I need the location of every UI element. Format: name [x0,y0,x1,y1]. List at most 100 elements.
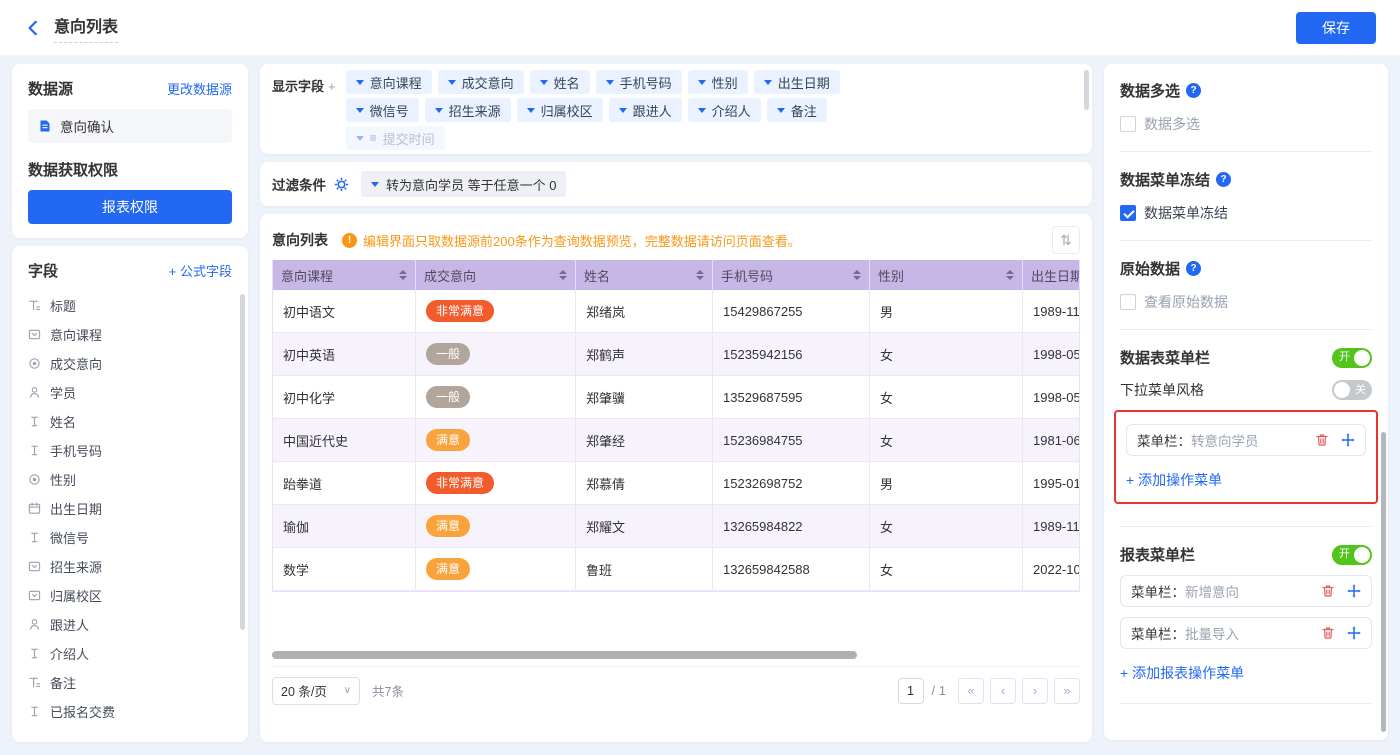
back-icon[interactable] [24,19,42,37]
add-report-action-menu-link[interactable]: + 添加报表操作菜单 [1120,663,1244,683]
add-action-menu-link[interactable]: + 添加操作菜单 [1126,470,1222,490]
table-cell: 瑜伽 [273,505,416,548]
display-field-chip[interactable]: 跟进人 [609,98,682,122]
menu-item-row[interactable]: 菜单栏：批量导入 [1120,617,1372,649]
field-item[interactable]: 成交意向 [28,349,232,378]
sort-icon[interactable] [696,270,704,280]
checkbox-checked[interactable] [1120,205,1136,221]
datasource-heading: 数据源 [28,78,73,99]
menu-freeze-label: 数据菜单冻结 [1144,203,1228,223]
column-header[interactable]: 意向课程 [273,260,416,290]
horizontal-scrollbar[interactable] [272,651,857,659]
move-icon[interactable] [1341,433,1355,447]
field-item[interactable]: 跟进人 [28,610,232,639]
settings-panel: 数据多选 ? 数据多选 数据菜单冻结 ? 数据菜单冻结 原始数据 ? 查看原始数… [1104,64,1388,740]
field-item[interactable]: 手机号码 [28,436,232,465]
display-field-chip[interactable]: 招生来源 [425,98,511,122]
column-header[interactable]: 姓名 [576,260,713,290]
page-number-input[interactable]: 1 [898,678,924,704]
change-datasource-link[interactable]: 更改数据源 [167,79,232,98]
settings-scrollbar[interactable] [1381,432,1386,732]
field-item[interactable]: 学员 [28,378,232,407]
radio-icon [28,357,41,370]
table-menu-list: 菜单栏：转意向学员 [1126,424,1366,456]
datasource-item[interactable]: 意向确认 [28,109,232,143]
table-cell: 15429867255 [713,290,870,333]
display-field-chip[interactable]: 手机号码 [596,70,682,94]
move-icon[interactable] [1347,584,1361,598]
sort-icon[interactable] [853,270,861,280]
last-page-button[interactable]: » [1054,678,1080,704]
help-icon[interactable]: ? [1186,261,1201,276]
display-field-chip-disabled[interactable]: ≡提交时间 [346,126,445,150]
page-size-select[interactable]: 20 条/页 ∨ [272,677,360,705]
help-icon[interactable]: ? [1216,172,1231,187]
dropdown-style-toggle[interactable]: 关 [1332,380,1372,400]
display-field-chip[interactable]: 姓名 [530,70,590,94]
menu-item-row[interactable]: 菜单栏：转意向学员 [1126,424,1366,456]
display-field-chip[interactable]: 介绍人 [688,98,761,122]
field-item[interactable]: 介绍人 [28,639,232,668]
sort-toggle-button[interactable]: ⇅ [1052,226,1080,254]
column-header[interactable]: 性别 [870,260,1023,290]
move-icon[interactable] [1347,626,1361,640]
next-page-button[interactable]: › [1022,678,1048,704]
table-cell: 中国近代史 [273,419,416,462]
field-item[interactable]: 性别 [28,465,232,494]
fields-scrollbar[interactable] [240,294,245,630]
field-item[interactable]: 归属校区 [28,581,232,610]
gear-icon[interactable] [334,177,349,192]
table-cell: 15235942156 [713,333,870,376]
column-header[interactable]: 成交意向 [416,260,576,290]
report-menu-toggle[interactable]: 开 [1332,545,1372,565]
trash-icon[interactable] [1315,433,1329,447]
person-icon [28,386,41,399]
field-item[interactable]: 姓名 [28,407,232,436]
display-field-chip[interactable]: 备注 [767,98,827,122]
display-field-chip[interactable]: 出生日期 [754,70,840,94]
field-label: 微信号 [50,528,89,547]
display-field-chip[interactable]: 归属校区 [517,98,603,122]
sort-icon[interactable] [1006,270,1014,280]
prev-page-button[interactable]: ‹ [990,678,1016,704]
sort-icon[interactable] [559,270,567,280]
menu-freeze-checkbox-row[interactable]: 数据菜单冻结 [1120,203,1372,223]
display-field-chip[interactable]: 意向课程 [346,70,432,94]
field-item[interactable]: 招生来源 [28,552,232,581]
column-header[interactable]: 出生日期 [1023,260,1079,290]
chevron-down-icon [540,80,548,85]
table-menu-toggle[interactable]: 开 [1332,348,1372,368]
field-label: 归属校区 [50,586,102,605]
first-page-button[interactable]: « [958,678,984,704]
display-field-chip[interactable]: 成交意向 [438,70,524,94]
field-item[interactable]: 已报名交费 [28,697,232,726]
field-label: 备注 [50,673,76,692]
save-button[interactable]: 保存 [1296,12,1376,44]
field-item[interactable]: 意向课程 [28,320,232,349]
add-formula-field-link[interactable]: + 公式字段 [169,261,232,280]
column-header[interactable]: 手机号码 [713,260,870,290]
chevron-down-icon [356,136,364,141]
table-cell: 初中英语 [273,333,416,376]
multi-select-checkbox-row[interactable]: 数据多选 [1120,114,1372,134]
checkbox-unchecked[interactable] [1120,116,1136,132]
field-item[interactable]: 微信号 [28,523,232,552]
field-item[interactable]: 出生日期 [28,494,232,523]
field-item[interactable]: 备注 [28,668,232,697]
raw-data-checkbox-row[interactable]: 查看原始数据 [1120,292,1372,312]
sort-icon[interactable] [399,270,407,280]
display-field-chip[interactable]: 微信号 [346,98,419,122]
checkbox-unchecked[interactable] [1120,294,1136,310]
add-display-field-icon[interactable]: + [328,79,336,94]
filter-condition-chip[interactable]: 转为意向学员 等于任意一个 0 [361,171,566,197]
trash-icon[interactable] [1321,584,1335,598]
display-fields-label: 显示字段+ [272,70,336,148]
display-field-chip[interactable]: 性别 [688,70,748,94]
field-item[interactable]: 标题 [28,291,232,320]
help-icon[interactable]: ? [1186,83,1201,98]
report-permission-button[interactable]: 报表权限 [28,190,232,224]
report-menu-heading: 报表菜单栏 [1120,544,1195,565]
trash-icon[interactable] [1321,626,1335,640]
display-fields-scrollbar[interactable] [1084,70,1089,110]
menu-item-row[interactable]: 菜单栏：新增意向 [1120,575,1372,607]
